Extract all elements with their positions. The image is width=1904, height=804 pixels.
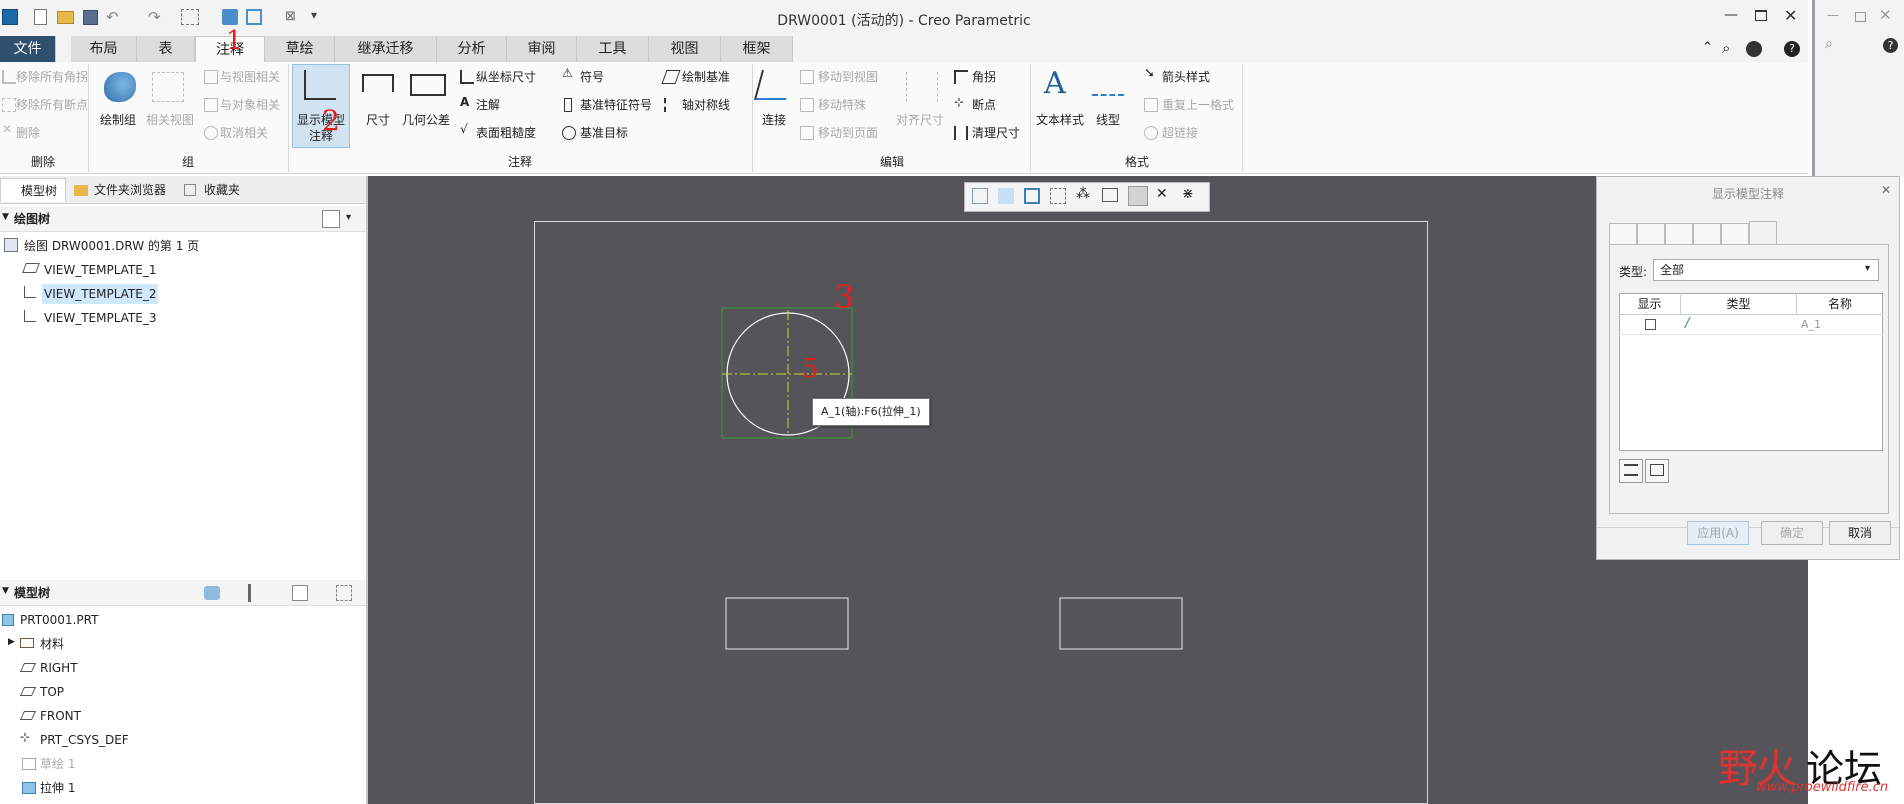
row-name: A_1 bbox=[1801, 318, 1822, 331]
cancel-button[interactable]: 取消 bbox=[1829, 521, 1891, 545]
deselect-all-icon bbox=[1650, 464, 1664, 476]
annotation-mark-5: 5 bbox=[802, 354, 819, 384]
row-show-checkbox[interactable] bbox=[1645, 319, 1656, 330]
type-dropdown[interactable]: 全部 bbox=[1653, 259, 1879, 281]
annotation-mark-1: 1 bbox=[226, 26, 243, 56]
apply-button[interactable]: 应用(A) bbox=[1687, 521, 1749, 545]
axis-type-icon: / bbox=[1685, 316, 1690, 331]
annotation-mark-3: 3 bbox=[834, 278, 855, 316]
view-rect-right bbox=[1059, 597, 1183, 650]
type-label: 类型: bbox=[1619, 265, 1648, 279]
view-rect-left bbox=[725, 597, 849, 650]
tooltip: A_1(轴):F6(拉伸_1) bbox=[812, 398, 930, 426]
ok-button[interactable]: 确定 bbox=[1761, 521, 1823, 545]
dialog-tab-symbol[interactable] bbox=[1721, 223, 1749, 245]
watermark-url: www.proewildfire.cn bbox=[1756, 780, 1889, 795]
table-header-type: 类型 bbox=[1681, 293, 1797, 315]
table-header-show: 显示 bbox=[1619, 293, 1681, 315]
dialog-tab-gtol[interactable] bbox=[1637, 223, 1665, 245]
annotation-mark-2: 2 bbox=[322, 104, 340, 137]
dialog-close-icon[interactable]: ✕ bbox=[1881, 183, 1891, 197]
select-all-icon bbox=[1624, 464, 1638, 476]
type-dropdown-arrow-icon[interactable]: ▾ bbox=[1865, 263, 1870, 274]
dialog-tab-surface-finish[interactable] bbox=[1693, 223, 1721, 245]
dialog-tab-datum[interactable] bbox=[1749, 221, 1777, 245]
show-model-annotations-dialog: 显示模型注释 ✕ 类型: 全部 ▾ 显示 类型 名称 / A_1 应用(A) 确… bbox=[1596, 176, 1900, 560]
table-header-name: 名称 bbox=[1797, 293, 1883, 315]
table-row bbox=[1619, 315, 1883, 335]
dialog-tab-note[interactable] bbox=[1665, 223, 1693, 245]
dialog-title: 显示模型注释 bbox=[1711, 187, 1784, 201]
dialog-tab-dimension[interactable] bbox=[1609, 223, 1637, 245]
